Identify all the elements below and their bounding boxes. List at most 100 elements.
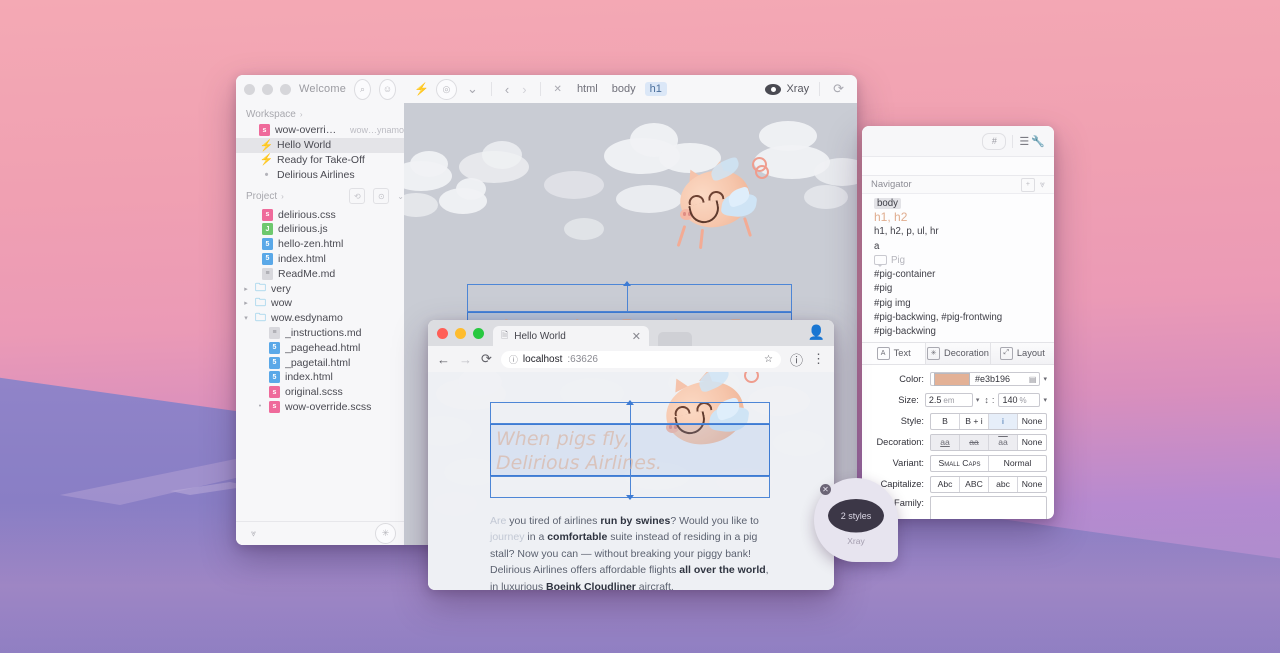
segment-option[interactable]: ABC <box>960 476 989 492</box>
twisty-icon[interactable]: • <box>256 403 264 410</box>
reload-icon[interactable]: ⟳ <box>481 351 492 367</box>
star-icon[interactable]: ☆ <box>764 354 773 365</box>
filter-icon[interactable]: ⩔ <box>1040 179 1045 190</box>
segment-option[interactable]: aa <box>931 434 960 450</box>
tab-layout[interactable]: ⤢ Layout <box>991 343 1054 364</box>
browser-tab[interactable]: 🗎 Hello World ✕ <box>493 326 649 346</box>
segment-option[interactable]: abc <box>989 476 1018 492</box>
segment-option[interactable]: None <box>1018 414 1046 429</box>
family-input[interactable] <box>930 495 1047 519</box>
profile-icon[interactable]: 👤 <box>808 324 825 346</box>
close-icon[interactable]: ✕ <box>551 84 565 95</box>
size-value[interactable]: 2.5 <box>929 395 942 405</box>
close-button[interactable] <box>244 83 255 95</box>
chevron-down-icon[interactable]: ⌄ <box>397 192 404 201</box>
chevron-down-icon[interactable]: ▾ <box>976 396 980 404</box>
navigator-item[interactable]: a <box>862 239 1054 253</box>
project-item[interactable]: Jdelirious.js <box>236 222 404 237</box>
arrow-left-icon[interactable]: ← <box>437 352 450 367</box>
chevron-down-icon[interactable]: ▾ <box>1043 396 1047 404</box>
twisty-icon[interactable]: ▸ <box>242 299 250 307</box>
style-segmented-control[interactable]: BB + i i None <box>930 412 1047 430</box>
history-icon[interactable]: ⟲ <box>349 188 366 205</box>
twisty-icon[interactable]: ▾ <box>242 314 250 322</box>
segment-option[interactable]: aa <box>960 434 989 450</box>
chevron-down-icon[interactable]: ▾ <box>1043 375 1047 383</box>
workspace-item[interactable]: • Delirious Airlines <box>236 167 404 182</box>
segment-option[interactable]: Normal <box>989 456 1046 471</box>
xray-bubble[interactable]: ✕ 2 styles Xray <box>814 478 898 562</box>
navigator-item[interactable]: #pig-backwing, #pig-frontwing <box>862 310 1054 324</box>
browser-window-controls[interactable] <box>437 328 484 346</box>
color-picker-icon[interactable]: ▤ <box>1029 375 1037 384</box>
capitalize-segmented-control[interactable]: Abc ABC abc None <box>930 475 1047 493</box>
navigator-item[interactable]: #pig-container <box>862 267 1054 281</box>
navigator-item[interactable]: #pig img <box>862 296 1054 310</box>
variant-segmented-control[interactable]: Small Caps Normal <box>930 454 1047 472</box>
minimize-button[interactable] <box>262 83 273 95</box>
segment-option[interactable]: Abc <box>931 476 960 492</box>
chevron-down-icon[interactable]: ⌄ <box>464 81 481 97</box>
project-item[interactable]: s delirious.css <box>236 207 404 222</box>
segment-option[interactable]: Small Caps <box>931 455 989 471</box>
twisty-icon[interactable]: ▸ <box>242 285 250 293</box>
segment-option[interactable]: B <box>931 413 960 429</box>
project-item[interactable]: ≡ _instructions.md <box>236 326 404 341</box>
project-item[interactable]: 5 hello-zen.html <box>236 237 404 252</box>
tab-text[interactable]: A Text <box>862 342 927 364</box>
close-button[interactable] <box>437 328 448 339</box>
project-item[interactable]: • s wow-override.scss <box>236 400 404 415</box>
hash-button[interactable]: # <box>982 132 1007 150</box>
url-input[interactable]: ⓘ localhost:63626 ☆ <box>500 350 781 368</box>
color-swatch[interactable] <box>934 372 970 386</box>
color-value[interactable]: #e3b196 <box>975 374 1010 384</box>
lineheight-value[interactable]: 140 <box>1002 395 1017 405</box>
add-icon[interactable]: + <box>1020 177 1035 192</box>
workspace-item[interactable]: ⚡ Ready for Take-Off <box>236 153 404 168</box>
workspace-section-header[interactable]: Workspace › <box>236 103 404 123</box>
arrow-right-icon[interactable]: → <box>459 352 472 367</box>
project-item[interactable]: 5 index.html <box>236 252 404 267</box>
reload-icon[interactable]: ⟳ <box>830 81 847 97</box>
workspace-item[interactable]: s wow-override.scss wow…ynamo <box>236 123 404 138</box>
breadcrumb-item[interactable]: h1 <box>644 82 667 96</box>
close-icon[interactable]: ✕ <box>632 330 641 343</box>
maximize-button[interactable] <box>280 83 291 95</box>
navigator-item[interactable]: #pig-backwing <box>862 325 1054 339</box>
maximize-button[interactable] <box>473 328 484 339</box>
window-controls[interactable] <box>244 83 291 95</box>
breadcrumb-item[interactable]: body <box>607 82 641 96</box>
segment-option[interactable]: i <box>989 413 1018 429</box>
close-icon[interactable]: ✕ <box>820 484 831 495</box>
segment-option[interactable]: None <box>1018 477 1046 492</box>
lightning-icon[interactable]: ⚡ <box>414 82 429 96</box>
project-item[interactable]: 5 index.html <box>236 370 404 385</box>
navigator-item[interactable]: Pig <box>862 253 1054 268</box>
project-item[interactable]: 5 _pagehead.html <box>236 340 404 355</box>
workspace-item[interactable]: ⚡ Hello World <box>236 137 404 153</box>
star-icon[interactable]: ✳ <box>375 523 396 544</box>
search-icon[interactable]: ⌕ <box>354 78 372 100</box>
navigator-item[interactable]: h1, h2 <box>862 210 1054 224</box>
segment-option[interactable]: None <box>1018 435 1046 450</box>
inspector-settings[interactable]: ☰ 🔧 <box>1019 135 1045 148</box>
filter-icon[interactable]: ⩔ <box>244 524 263 543</box>
navigator-item[interactable]: #pig <box>862 282 1054 296</box>
segment-option[interactable]: aa <box>989 434 1018 450</box>
project-item[interactable]: s original.scss <box>236 385 404 400</box>
minimize-button[interactable] <box>455 328 466 339</box>
segment-option[interactable]: B + i <box>960 413 989 429</box>
navigator-item[interactable]: body <box>862 196 1054 210</box>
browser-viewport[interactable]: When pigs fly, Delirious Airlines. Are y… <box>428 372 834 590</box>
navigator-item[interactable]: h1, h2, p, ul, hr <box>862 225 1054 239</box>
chevron-right-icon[interactable]: › <box>519 82 529 97</box>
target-icon[interactable]: ⊙ <box>373 188 390 205</box>
smiley-icon[interactable]: ☺ <box>379 78 396 100</box>
decoration-segmented-control[interactable]: aa aa aa None <box>930 433 1047 451</box>
project-item[interactable]: ▾ 🗀 wow.esdynamo <box>236 311 404 326</box>
kebab-menu-icon[interactable]: ⋮ <box>812 351 825 367</box>
xray-toggle[interactable]: Xray <box>765 83 809 95</box>
tab-decoration[interactable]: ✳ Decoration <box>926 342 991 364</box>
chevron-left-icon[interactable]: ‹ <box>502 82 512 97</box>
new-tab-icon[interactable] <box>658 332 692 346</box>
